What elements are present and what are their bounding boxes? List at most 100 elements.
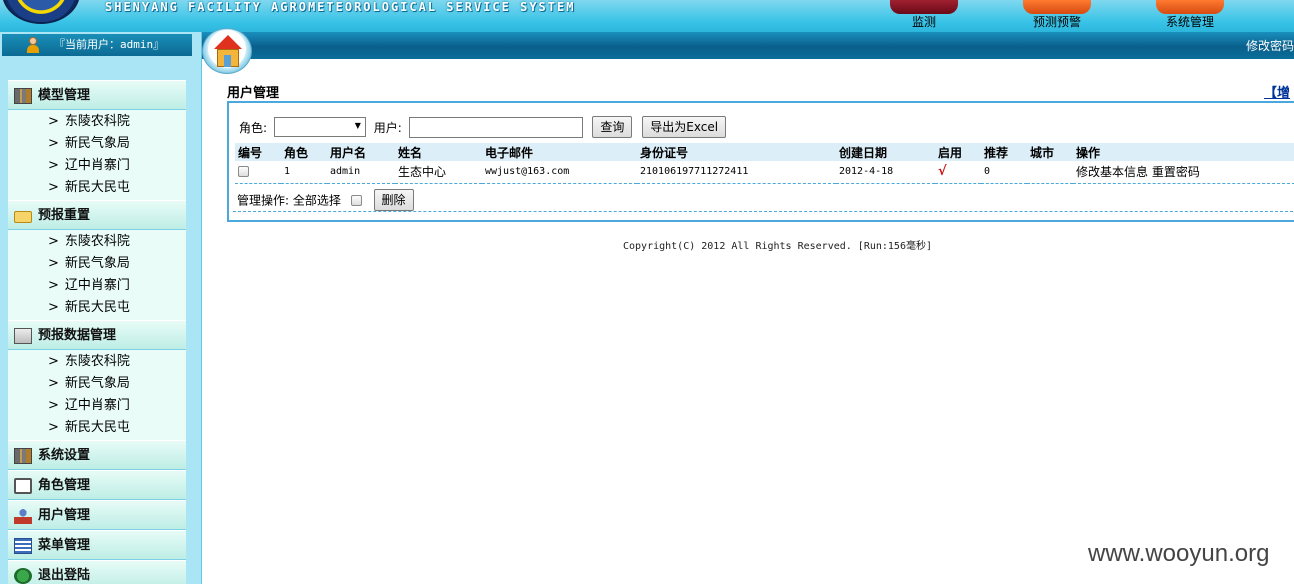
menu-item[interactable]: 辽中肖寨门 — [8, 395, 186, 417]
menu-item[interactable]: 新民大民屯 — [8, 297, 186, 319]
menu-item[interactable]: 东陵农科院 — [8, 111, 186, 133]
menu-group-head-logout[interactable]: 退出登陆 — [8, 560, 186, 584]
menu-item[interactable]: 东陵农科院 — [8, 351, 186, 373]
sidebar: 『当前用户：admin』 模型管理 东陵农科院 新民气象局 辽中肖寨门 新民大民… — [0, 32, 202, 584]
folder-icon — [14, 211, 32, 223]
role-label: 角色: — [239, 120, 268, 135]
menu-group-model: 模型管理 东陵农科院 新民气象局 辽中肖寨门 新民大民屯 — [8, 80, 186, 200]
menu-group-forecast-data: 预报数据管理 东陵农科院 新民气象局 辽中肖寨门 新民大民屯 — [8, 320, 186, 440]
menu-item[interactable]: 辽中肖寨门 — [8, 155, 186, 177]
current-user-label: 『当前用户：admin』 — [54, 38, 165, 51]
menu-group-title: 模型管理 — [38, 88, 91, 103]
edit-info-link[interactable]: 修改基本信息 — [1076, 165, 1148, 179]
divider — [233, 211, 1293, 212]
main-toolbar — [202, 32, 1294, 59]
current-user-bar: 『当前用户：admin』 — [2, 34, 192, 56]
col-email: 电子邮件 — [482, 143, 637, 161]
monitor-icon — [14, 478, 32, 494]
col-enabled: 启用 — [935, 143, 981, 161]
nav-monitor-button[interactable]: 监测 — [874, 0, 974, 32]
menu-item[interactable]: 新民大民屯 — [8, 417, 186, 439]
cell-email: wwjust@163.com — [482, 161, 637, 184]
exit-icon — [14, 568, 32, 584]
manage-row: 管理操作: 全部选择 删除 — [237, 189, 420, 211]
user-icon — [26, 37, 40, 53]
copyright-text: Copyright(C) 2012 All Rights Reserved. [… — [623, 241, 932, 252]
menu-group-system-settings: 系统设置 — [8, 440, 186, 470]
select-all-label: 全部选择 — [292, 193, 341, 208]
cell-role: 1 — [281, 161, 327, 184]
cell-created: 2012-4-18 — [836, 161, 935, 184]
menu-group-head-system-settings[interactable]: 系统设置 — [8, 440, 186, 470]
monitor-icon — [890, 0, 958, 14]
menu-group-head-menu-management[interactable]: 菜单管理 — [8, 530, 186, 560]
menu-group-title: 退出登陆 — [38, 568, 91, 583]
sidebar-menu: 模型管理 东陵农科院 新民气象局 辽中肖寨门 新民大民屯 预报重置 东陵农科院 … — [8, 80, 186, 584]
cell-name: 生态中心 — [395, 161, 482, 184]
col-role: 角色 — [281, 143, 327, 161]
add-user-link[interactable]: 【增 — [1264, 82, 1290, 101]
list-icon — [14, 538, 32, 554]
nav-forecast-warning-button[interactable]: 预测预警 — [1007, 0, 1107, 32]
col-number: 编号 — [235, 143, 281, 161]
col-recommend: 推荐 — [981, 143, 1027, 161]
nav-monitor-label: 监测 — [911, 15, 936, 29]
search-row: 角色: 用户: 查询 导出为Excel — [239, 116, 732, 138]
col-username: 用户名 — [327, 143, 395, 161]
export-excel-button[interactable]: 导出为Excel — [642, 116, 727, 138]
menu-item[interactable]: 新民气象局 — [8, 253, 186, 275]
person-icon — [14, 508, 32, 524]
menu-group-head-user-management[interactable]: 用户管理 — [8, 500, 186, 530]
menu-group-title: 用户管理 — [38, 508, 91, 523]
menu-item[interactable]: 辽中肖寨门 — [8, 275, 186, 297]
menu-group-title: 角色管理 — [38, 478, 91, 493]
nav-system-management-label: 系统管理 — [1165, 15, 1214, 29]
system-icon — [1156, 0, 1224, 14]
manage-label: 管理操作: — [237, 193, 290, 208]
tools-icon — [14, 448, 32, 464]
forecast-icon — [1023, 0, 1091, 14]
menu-group-title: 预报数据管理 — [38, 328, 117, 343]
nav-system-management-button[interactable]: 系统管理 — [1140, 0, 1240, 32]
change-password-link[interactable]: 修改密码 — [1246, 37, 1294, 54]
menu-group-logout: 退出登陆 — [8, 560, 186, 584]
col-id-number: 身份证号 — [637, 143, 836, 161]
system-title: SHENYANG FACILITY AGROMETEOROLOGICAL SER… — [105, 0, 576, 14]
menu-item[interactable]: 新民气象局 — [8, 133, 186, 155]
query-button[interactable]: 查询 — [592, 116, 633, 138]
user-table: 编号 角色 用户名 姓名 电子邮件 身份证号 创建日期 启用 推荐 城市 操作 … — [235, 143, 1294, 184]
select-all-checkbox[interactable] — [350, 194, 362, 206]
page-title: 用户管理 — [227, 86, 280, 101]
row-checkbox[interactable] — [238, 166, 249, 177]
user-search-input[interactable] — [408, 116, 583, 138]
table-header-row: 编号 角色 用户名 姓名 电子邮件 身份证号 创建日期 启用 推荐 城市 操作 — [235, 143, 1294, 161]
menu-group-head-forecast-reset[interactable]: 预报重置 — [8, 200, 186, 230]
col-city: 城市 — [1027, 143, 1073, 161]
table-row: 1 admin 生态中心 wwjust@163.com 210106197711… — [235, 161, 1294, 184]
tools-icon — [14, 88, 32, 104]
menu-group-role-management: 角色管理 — [8, 470, 186, 500]
enabled-check-icon: √ — [938, 164, 947, 180]
logo — [2, 0, 80, 24]
col-name: 姓名 — [395, 143, 482, 161]
user-label: 用户: — [373, 120, 402, 135]
menu-group-head-model[interactable]: 模型管理 — [8, 80, 186, 110]
menu-item[interactable]: 新民大民屯 — [8, 177, 186, 199]
menu-group-head-role-management[interactable]: 角色管理 — [8, 470, 186, 500]
menu-group-title: 预报重置 — [38, 208, 91, 223]
reset-password-link[interactable]: 重置密码 — [1152, 165, 1200, 179]
role-select[interactable] — [273, 117, 366, 137]
delete-button[interactable]: 删除 — [373, 189, 414, 211]
data-icon — [14, 328, 32, 344]
menu-item[interactable]: 新民气象局 — [8, 373, 186, 395]
home-icon[interactable] — [202, 28, 252, 74]
header: SHENYANG FACILITY AGROMETEOROLOGICAL SER… — [0, 0, 1294, 32]
menu-group-user-management: 用户管理 — [8, 500, 186, 530]
menu-group-menu-management: 菜单管理 — [8, 530, 186, 560]
cell-city — [1027, 161, 1073, 184]
nav-forecast-warning-label: 预测预警 — [1032, 15, 1081, 29]
menu-group-head-forecast-data[interactable]: 预报数据管理 — [8, 320, 186, 350]
menu-item[interactable]: 东陵农科院 — [8, 231, 186, 253]
cell-id-number: 210106197711272411 — [637, 161, 836, 184]
menu-group-title: 菜单管理 — [38, 538, 91, 553]
